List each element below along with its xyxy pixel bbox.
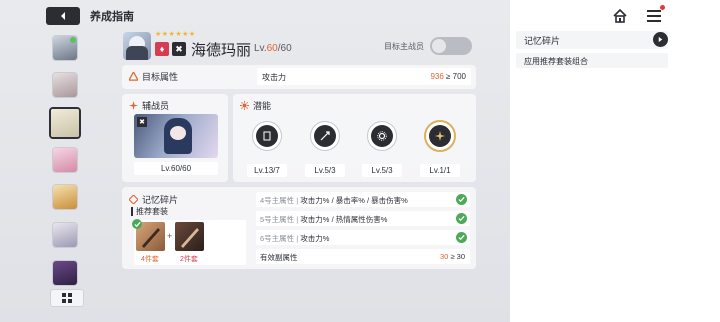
assist-class-icon: ✖ bbox=[137, 117, 147, 127]
character-thumb-6[interactable] bbox=[52, 222, 78, 248]
assist-heading: 辅战员 bbox=[129, 99, 169, 112]
toggle-knob bbox=[432, 39, 446, 53]
character-thumb-3-selected[interactable] bbox=[49, 107, 81, 139]
check-icon bbox=[456, 232, 467, 243]
sun-icon bbox=[240, 101, 249, 110]
potential-node-3[interactable] bbox=[367, 121, 397, 151]
sparkle-icon bbox=[129, 101, 138, 110]
menu-icon[interactable] bbox=[646, 8, 662, 24]
set-b-count: 2件套 bbox=[180, 256, 198, 263]
grid-icon bbox=[62, 293, 72, 303]
memory-row-6: 6号主属性 | 攻击力% bbox=[256, 230, 470, 245]
gear-icon bbox=[377, 131, 387, 141]
character-thumb-2[interactable] bbox=[52, 72, 78, 98]
character-thumb-7[interactable] bbox=[52, 260, 78, 286]
check-icon bbox=[456, 213, 467, 224]
character-list bbox=[46, 30, 86, 312]
potential-level-1: Lv.13/7 bbox=[247, 164, 287, 177]
star-burst-icon bbox=[435, 131, 445, 141]
set-b-image bbox=[175, 222, 204, 251]
set-a-count: 4件套 bbox=[141, 256, 159, 263]
potential-heading: 潜能 bbox=[240, 99, 271, 112]
memory-row-4: 4号主属性 | 攻击力% / 暴击率% / 暴击伤害% bbox=[256, 192, 470, 207]
back-button[interactable] bbox=[46, 7, 80, 25]
target-attr-heading: 目标属性 bbox=[129, 70, 178, 83]
main-member-label: 目标主战员 bbox=[384, 42, 424, 51]
assist-card-image[interactable]: ✖ bbox=[134, 114, 218, 158]
sword-icon bbox=[320, 131, 330, 141]
recommended-set-label: 推荐套装 bbox=[131, 207, 168, 216]
main-member-toggle[interactable] bbox=[430, 37, 472, 55]
check-icon bbox=[456, 194, 467, 205]
set-a-check-icon bbox=[132, 219, 142, 229]
character-thumb-4[interactable] bbox=[52, 147, 78, 173]
home-icon[interactable] bbox=[612, 8, 628, 24]
page-title: 养成指南 bbox=[90, 11, 134, 23]
rarity-stars: ★★★★★★ bbox=[155, 31, 196, 38]
target-icon bbox=[129, 72, 138, 81]
right-panel-arrow-button[interactable] bbox=[653, 32, 668, 47]
fragment-icon bbox=[129, 195, 138, 204]
target-attr-row: 攻击力 936 ≥ 700 bbox=[257, 68, 471, 85]
card-icon bbox=[263, 131, 271, 141]
class-icon: ✖ bbox=[172, 42, 186, 56]
chevron-right-icon bbox=[658, 36, 663, 43]
character-name: 海德玛丽 bbox=[191, 42, 252, 59]
grid-view-button[interactable] bbox=[50, 289, 84, 307]
potential-node-1[interactable] bbox=[252, 121, 282, 151]
online-dot-icon bbox=[70, 37, 76, 43]
plus-sign: + bbox=[167, 231, 173, 241]
right-panel-title: 记忆碎片 bbox=[516, 31, 668, 49]
notification-dot bbox=[660, 5, 665, 10]
memory-heading: 记忆碎片 bbox=[129, 193, 178, 206]
blade-icon bbox=[181, 228, 199, 248]
character-level: Lv.60/60 bbox=[254, 43, 292, 54]
back-arrow-icon bbox=[61, 12, 65, 20]
attr-value: 936 ≥ 700 bbox=[430, 72, 466, 81]
attr-label: 攻击力 bbox=[262, 73, 286, 82]
character-avatar bbox=[123, 32, 151, 60]
potential-level-4: Lv.1/1 bbox=[420, 164, 460, 177]
element-icon: ♦ bbox=[155, 42, 169, 56]
potential-level-3: Lv.5/3 bbox=[362, 164, 402, 177]
memory-row-5: 5号主属性 | 攻击力% / 热情属性伤害% bbox=[256, 211, 470, 226]
effective-substat-row: 有效副属性 30 ≥ 30 bbox=[256, 249, 470, 264]
assist-level: Lv.60/60 bbox=[134, 162, 218, 175]
potential-node-4[interactable] bbox=[424, 120, 456, 152]
potential-node-2[interactable] bbox=[310, 121, 340, 151]
apply-recommended-set-option[interactable]: 应用推荐套装组合 bbox=[516, 53, 668, 68]
potential-level-2: Lv.5/3 bbox=[305, 164, 345, 177]
character-thumb-5[interactable] bbox=[52, 184, 78, 210]
character-thumb-1[interactable] bbox=[52, 35, 78, 61]
